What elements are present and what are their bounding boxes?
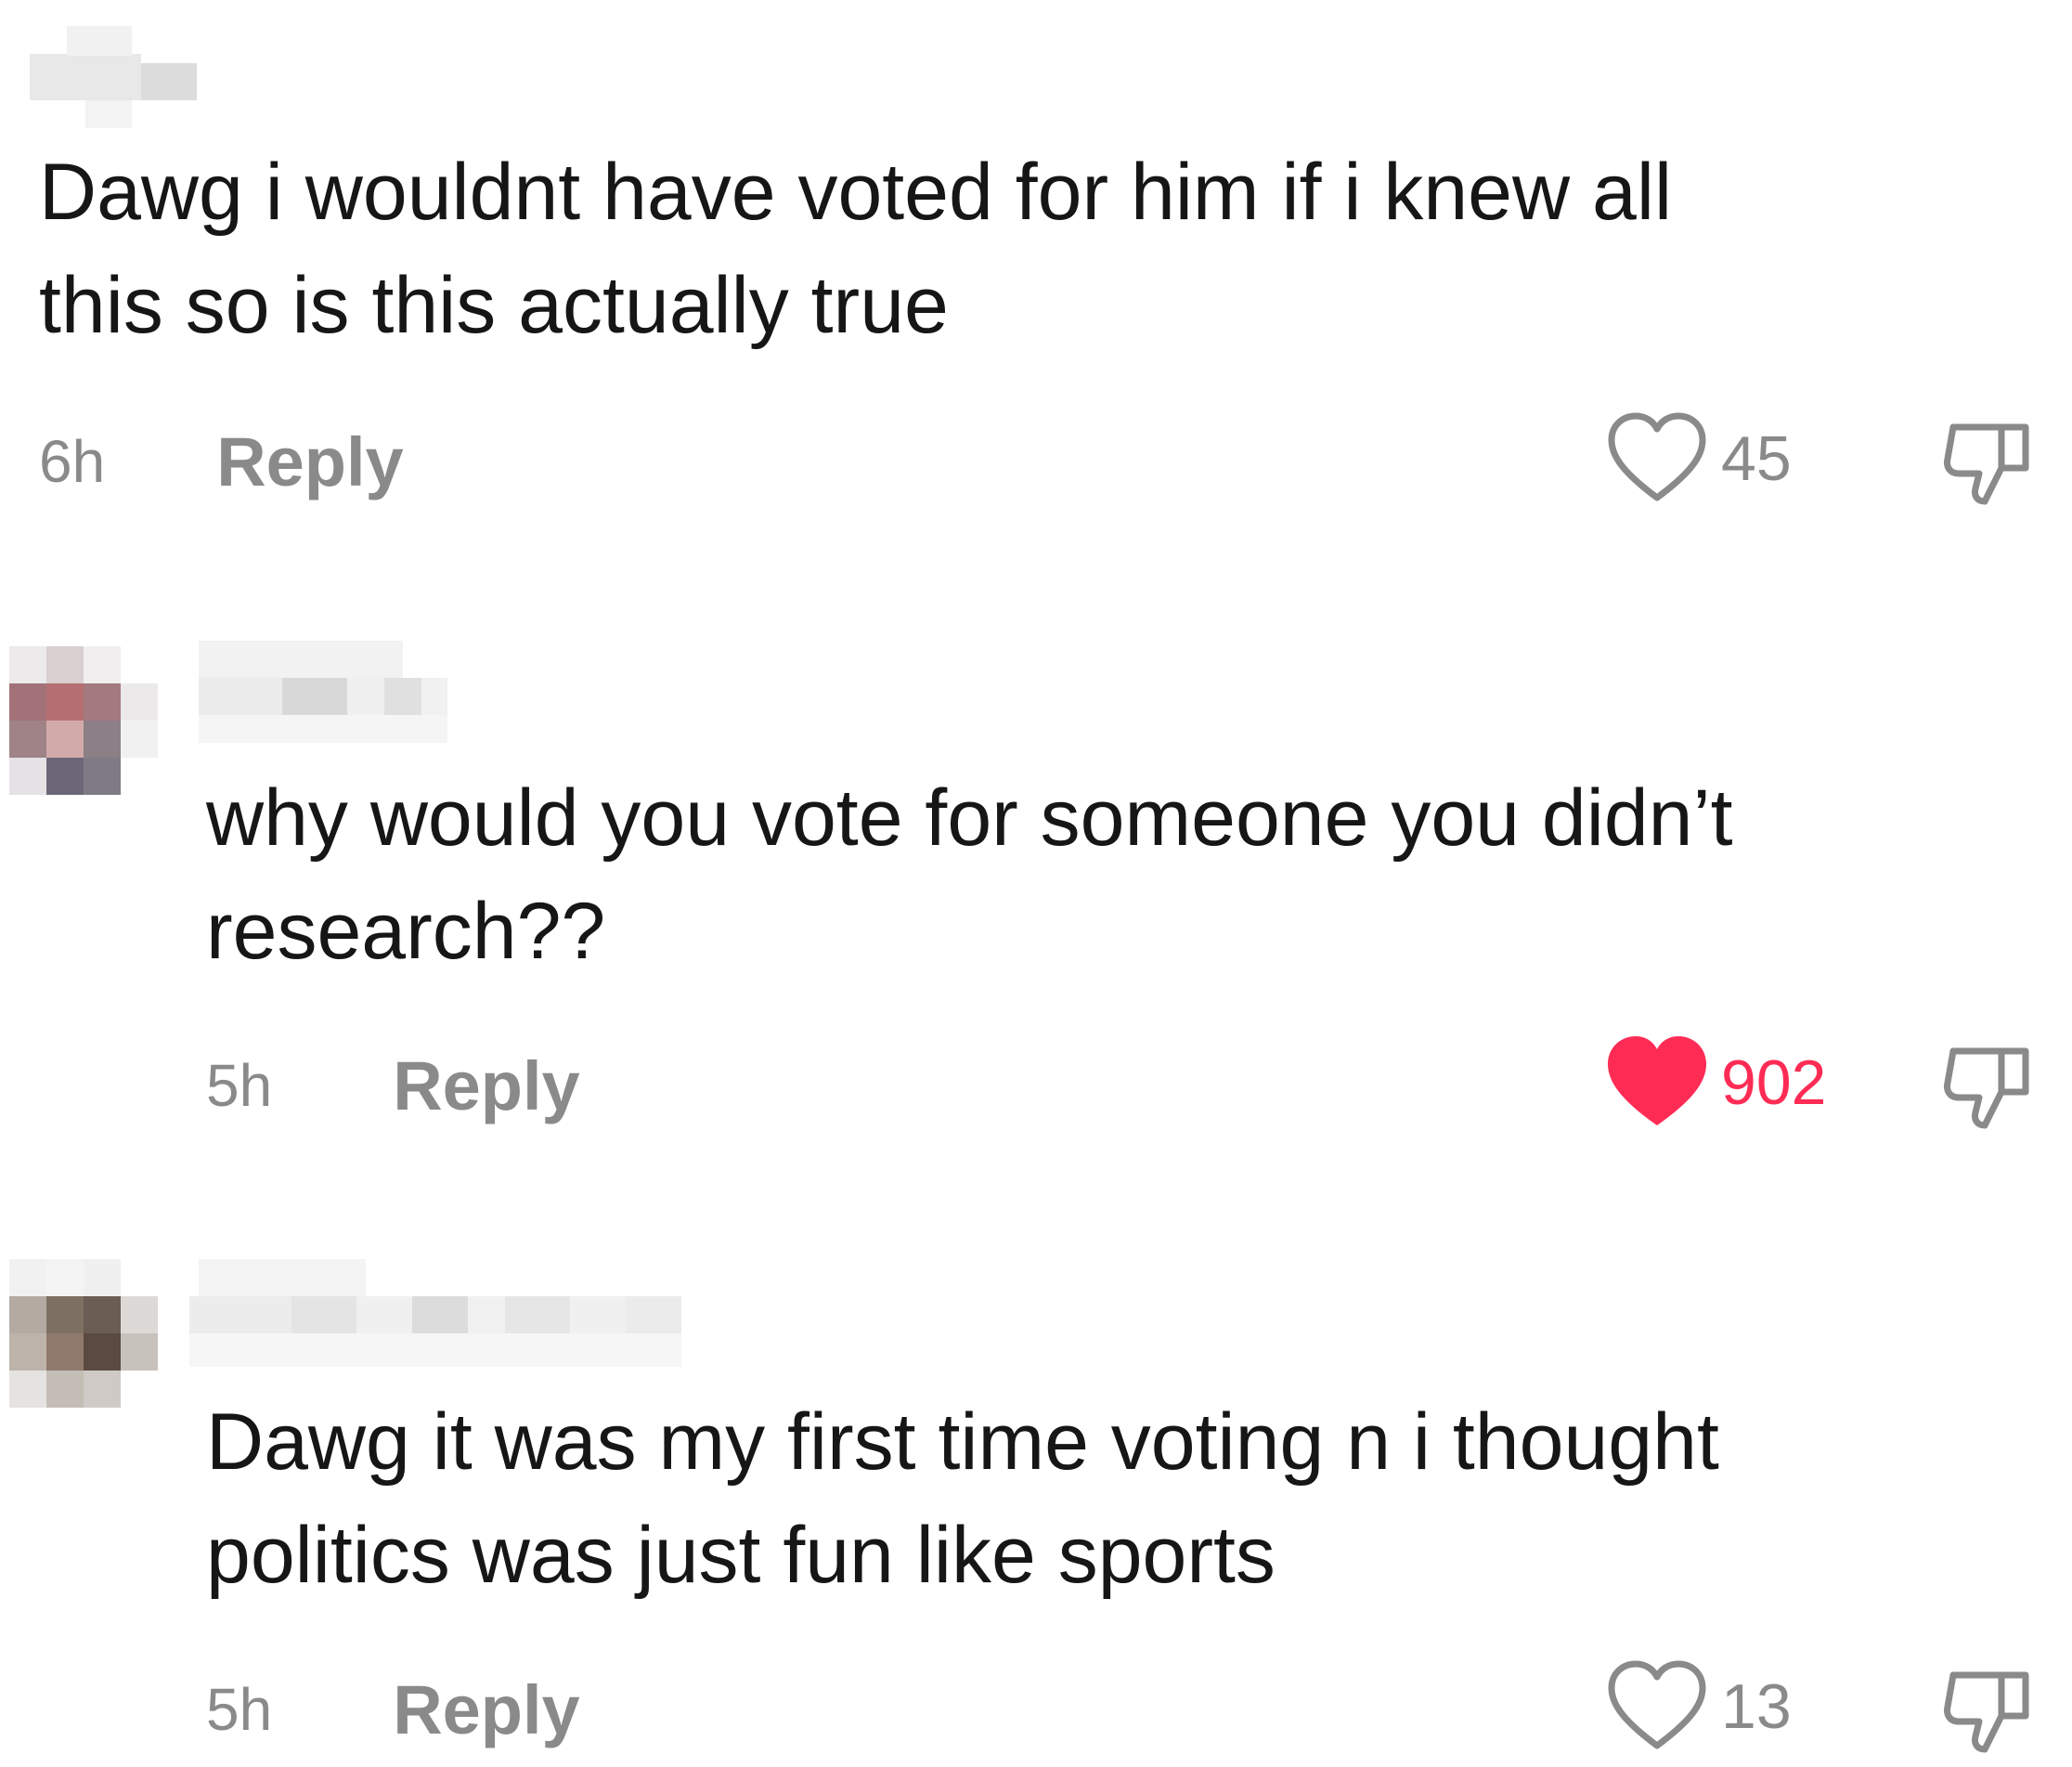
comment-meta: 5h Reply [206, 1044, 580, 1127]
reply-button[interactable]: Reply [216, 422, 404, 501]
comment-time: 5h [206, 1052, 273, 1119]
comment-time: 5h [206, 1676, 273, 1743]
username-redacted[interactable] [30, 26, 197, 128]
comment-text-line: politics was just fun like sports [206, 1511, 1276, 1600]
thumbs-down-icon[interactable] [1936, 409, 2039, 511]
thumbs-down-icon[interactable] [1936, 1033, 2039, 1135]
comment-text: why would you vote for someone you didn’… [206, 761, 1733, 988]
like-count: 902 [1721, 1047, 1827, 1118]
comment-item: Dawg i wouldnt have voted for him if i k… [0, 0, 2072, 520]
like-count: 13 [1721, 1671, 1792, 1742]
reply-button[interactable]: Reply [393, 1046, 580, 1125]
comment-text-line: research?? [206, 887, 606, 976]
heart-icon[interactable] [1606, 1036, 1708, 1129]
username-redacted[interactable] [189, 1259, 681, 1367]
comment-text-line: this so is this actually true [39, 261, 949, 350]
pixelated-avatar[interactable] [9, 1259, 158, 1408]
thumbs-down-icon[interactable] [1936, 1657, 2039, 1759]
reply-button[interactable]: Reply [393, 1670, 580, 1749]
comment-text-line: why would you vote for someone you didn’… [206, 773, 1733, 863]
username-redacted[interactable] [199, 641, 447, 743]
like-group[interactable]: 902 [1606, 1036, 1826, 1129]
comment-text: Dawg i wouldnt have voted for him if i k… [39, 136, 1672, 362]
comment-meta: 6h Reply [39, 420, 404, 503]
like-count: 45 [1721, 423, 1792, 494]
like-group[interactable]: 13 [1606, 1660, 1792, 1753]
comment-meta: 5h Reply [206, 1668, 580, 1751]
heart-icon[interactable] [1606, 412, 1708, 505]
pixelated-avatar[interactable] [9, 646, 158, 795]
heart-icon[interactable] [1606, 1660, 1708, 1753]
comment-text-line: Dawg it was my first time voting n i tho… [206, 1397, 1719, 1487]
comment-text: Dawg it was my first time voting n i tho… [206, 1385, 1719, 1612]
like-group[interactable]: 45 [1606, 412, 1792, 505]
comment-text-line: Dawg i wouldnt have voted for him if i k… [39, 148, 1673, 237]
comment-time: 6h [39, 428, 106, 495]
